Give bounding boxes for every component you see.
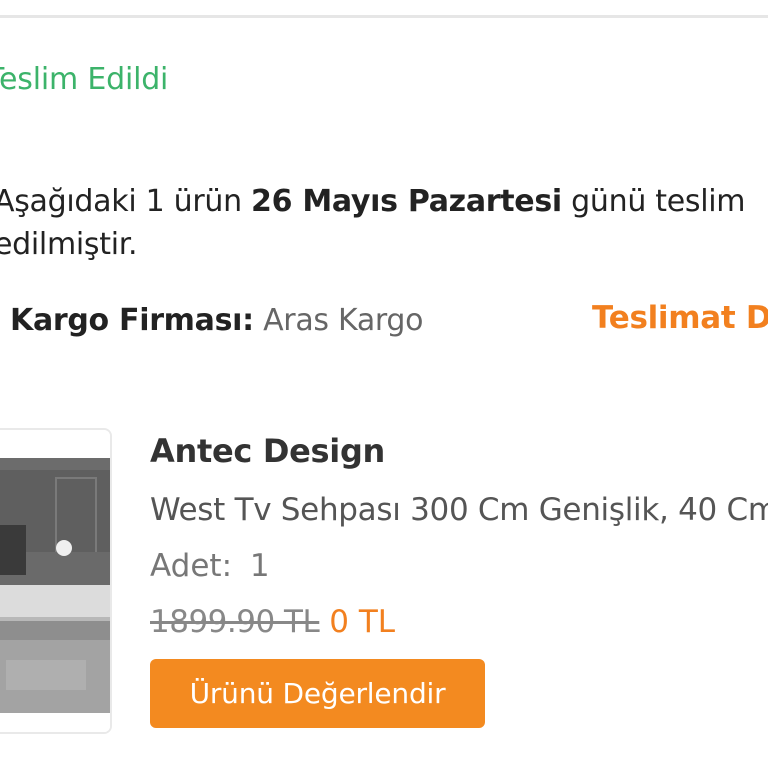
carrier-name: Aras Kargo bbox=[263, 303, 424, 338]
delivery-date: 26 Mayıs Pazartesi bbox=[251, 184, 562, 219]
old-price: 1899.90 TL bbox=[150, 604, 320, 640]
product-image[interactable] bbox=[0, 428, 112, 734]
carrier-label: Kargo Firması: bbox=[10, 303, 254, 338]
product-info: Antec Design West Tv Sehpası 300 Cm Geni… bbox=[150, 432, 768, 640]
product-brand: Antec Design bbox=[150, 432, 386, 470]
review-product-button[interactable]: Ürünü Değerlendir bbox=[150, 659, 485, 728]
top-divider bbox=[0, 15, 768, 18]
carrier-row: Kargo Firması: Aras Kargo bbox=[10, 303, 424, 338]
tv-unit-photo-icon bbox=[0, 430, 110, 732]
new-price: 0 TL bbox=[329, 604, 396, 640]
product-name[interactable]: West Tv Sehpası 300 Cm Genişlik, 40 Cm bbox=[150, 492, 768, 528]
delivery-message-prefix: Aşağıdaki 1 ürün bbox=[0, 184, 252, 219]
quantity-label: Adet: bbox=[150, 548, 233, 584]
delivery-detail-link[interactable]: Teslimat Detayı bbox=[592, 300, 768, 336]
price-row: 1899.90 TL 0 TL bbox=[150, 604, 395, 640]
delivery-status: Teslim Edildi bbox=[0, 62, 169, 97]
delivery-message: Aşağıdaki 1 ürün 26 Mayıs Pazartesi günü… bbox=[0, 180, 768, 266]
quantity-row: Adet: 1 bbox=[150, 548, 270, 584]
quantity-value: 1 bbox=[249, 548, 270, 584]
order-detail-page: Teslim Edildi Aşağıdaki 1 ürün 26 Mayıs … bbox=[0, 0, 768, 768]
